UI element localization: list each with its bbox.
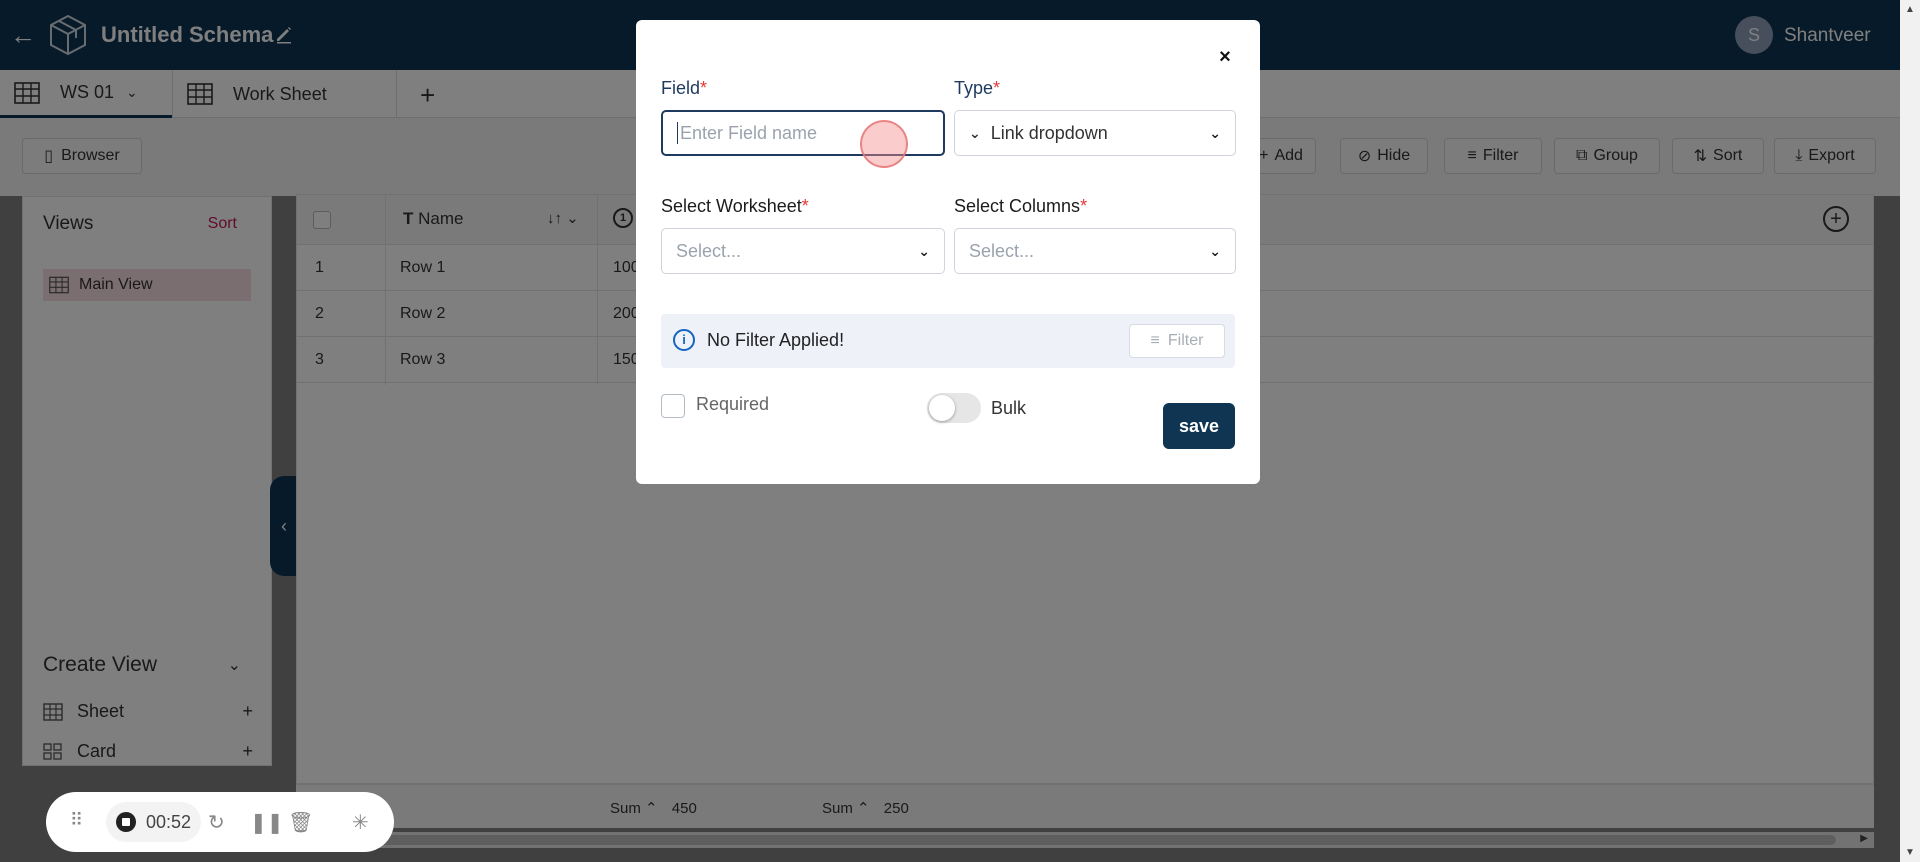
type-label: Type* <box>954 78 1000 99</box>
required-label: Required <box>696 394 770 414</box>
select-columns-label: Select Columns* <box>954 196 1087 217</box>
required-star: * <box>700 78 708 98</box>
text-caret <box>677 122 678 144</box>
filter-status-bar: i No Filter Applied! ≡ Filter <box>661 314 1235 368</box>
required-star: * <box>993 78 1001 98</box>
toggle-knob <box>929 395 955 421</box>
worksheet-label-text: Select Worksheet <box>661 196 802 216</box>
filter-button[interactable]: ≡ Filter <box>1129 324 1225 358</box>
recording-time: 00:52 <box>146 811 192 832</box>
field-label: Field* <box>661 78 707 99</box>
drag-handle-icon[interactable]: ⠿ <box>70 810 83 831</box>
scroll-up-arrow-icon[interactable]: ▲ <box>1905 4 1915 15</box>
restart-icon[interactable]: ↻ <box>208 810 225 835</box>
worksheet-placeholder: Select... <box>676 240 742 261</box>
trash-icon[interactable]: 🗑 <box>288 810 313 835</box>
type-label-text: Type <box>954 78 994 98</box>
chevron-down-icon: ⌄ <box>969 124 981 141</box>
info-icon: i <box>673 329 695 351</box>
scroll-down-arrow-icon[interactable]: ▼ <box>1905 847 1915 858</box>
required-star: * <box>801 196 809 216</box>
columns-select[interactable]: Select... ⌄ <box>954 228 1236 274</box>
columns-label-text: Select Columns <box>954 196 1081 216</box>
select-worksheet-label: Select Worksheet* <box>661 196 809 217</box>
chevron-down-icon: ⌄ <box>918 242 930 259</box>
close-icon[interactable]: × <box>1214 46 1236 68</box>
field-name-input[interactable]: Enter Field name <box>661 110 945 156</box>
bulk-label: Bulk <box>991 398 1027 418</box>
field-label-text: Field <box>661 78 701 98</box>
pause-icon[interactable]: ❚❚ <box>250 810 284 835</box>
chevron-down-icon: ⌄ <box>1209 124 1221 141</box>
page-scrollbar[interactable]: ▲ ▼ <box>1900 0 1920 862</box>
no-filter-text: No Filter Applied! <box>707 330 845 350</box>
field-name-placeholder: Enter Field name <box>680 122 818 143</box>
stop-recording-icon[interactable] <box>116 812 136 832</box>
type-value: Link dropdown <box>990 122 1108 143</box>
cursor-effect-icon[interactable]: ✳ <box>352 810 369 835</box>
type-select[interactable]: ⌄ Link dropdown ⌄ <box>954 110 1236 156</box>
chevron-down-icon: ⌄ <box>1209 242 1221 259</box>
recording-timer[interactable]: 00:52 <box>106 802 202 842</box>
required-star: * <box>1080 196 1088 216</box>
filter-button-label: Filter <box>1167 332 1204 349</box>
bulk-toggle[interactable] <box>927 393 981 423</box>
save-button[interactable]: save <box>1163 403 1235 449</box>
required-checkbox[interactable] <box>661 394 685 418</box>
worksheet-select[interactable]: Select... ⌄ <box>661 228 945 274</box>
add-field-modal: × Field* Enter Field name Type* ⌄ Link d… <box>636 20 1260 484</box>
screen-recorder-controls: ⠿ 00:52 ↻ ❚❚ 🗑 ✳ <box>46 792 394 852</box>
columns-placeholder: Select... <box>969 240 1035 261</box>
filter-lines-icon: ≡ <box>1150 332 1160 349</box>
